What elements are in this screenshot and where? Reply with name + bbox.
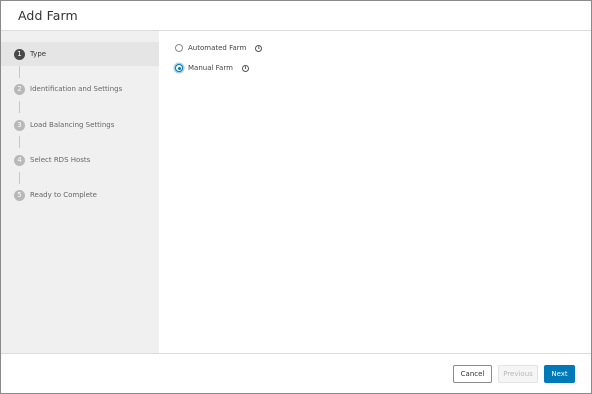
farm-type-panel: Automated Farm i Manual Farm i [159,31,591,353]
step-label: Load Balancing Settings [30,121,115,129]
step-number: 5 [14,189,25,201]
automated-farm-option[interactable]: Automated Farm i [175,42,263,54]
step-number: 4 [14,154,25,166]
info-icon[interactable]: i [255,44,263,52]
step-number: 1 [14,48,25,60]
manual-farm-option[interactable]: Manual Farm i [175,62,249,74]
step-number: 2 [14,83,25,95]
manual-farm-radio[interactable] [175,64,183,72]
step-label: Select RDS Hosts [30,156,91,164]
add-farm-dialog: Add Farm 1 Type 2 Identification and Set… [0,0,592,394]
info-icon[interactable]: i [241,64,249,72]
cancel-button[interactable]: Cancel [453,365,492,383]
step-connector [19,136,20,148]
automated-farm-radio[interactable] [175,44,183,52]
step-label: Identification and Settings [30,85,123,93]
wizard-steps-sidebar: 1 Type 2 Identification and Settings 3 L… [1,31,159,353]
dialog-title: Add Farm [18,8,78,23]
step-select-rds-hosts[interactable]: 4 Select RDS Hosts [1,148,159,172]
step-connector [19,101,20,113]
next-button[interactable]: Next [544,365,575,383]
step-number: 3 [14,119,25,131]
dialog-footer: Cancel Previous Next [1,353,591,393]
step-type[interactable]: 1 Type [1,42,159,66]
step-ready-to-complete[interactable]: 5 Ready to Complete [1,183,159,207]
previous-button[interactable]: Previous [498,365,538,383]
manual-farm-label[interactable]: Manual Farm [188,64,233,72]
automated-farm-label[interactable]: Automated Farm [188,44,246,52]
step-label: Type [30,50,47,58]
step-label: Ready to Complete [30,191,97,199]
dialog-header: Add Farm [1,1,591,31]
step-load-balancing-settings[interactable]: 3 Load Balancing Settings [1,113,159,137]
step-identification-and-settings[interactable]: 2 Identification and Settings [1,77,159,101]
